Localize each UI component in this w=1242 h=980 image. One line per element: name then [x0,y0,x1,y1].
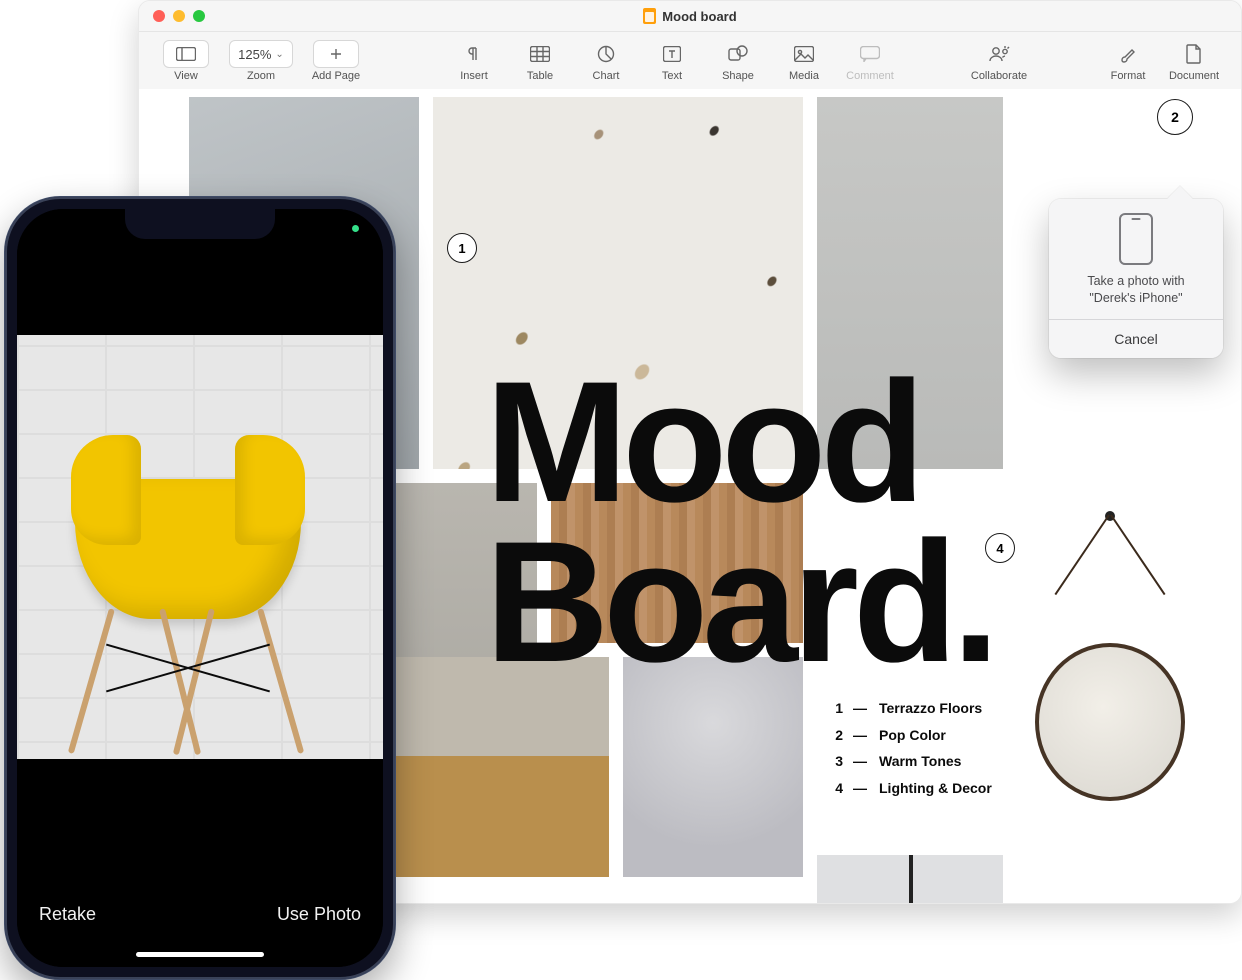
iphone: Retake Use Photo [4,196,396,980]
toolbar: View 125% ⌄ Zoom Add Page Insert [139,32,1241,91]
sidebar-icon [163,40,209,68]
retake-button[interactable]: Retake [39,904,96,925]
table-icon [530,40,550,68]
document-settings-icon [1186,40,1202,68]
close-window-button[interactable] [153,10,165,22]
table-button[interactable]: Table [507,40,573,82]
format-button[interactable]: Format [1095,40,1161,82]
callout-1[interactable]: 1 [447,233,477,263]
traffic-lights [139,10,205,22]
minimize-window-button[interactable] [173,10,185,22]
shape-icon [728,40,748,68]
home-indicator[interactable] [136,952,264,957]
legend-item: 2—Pop Color [833,722,992,749]
plus-page-icon [313,40,359,68]
paragraph-icon [465,40,483,68]
media-icon [794,40,814,68]
popover-message: Take a photo with "Derek's iPhone" [1049,273,1223,307]
image-round-mirror[interactable] [1017,483,1203,877]
legend-item: 4—Lighting & Decor [833,775,992,802]
shape-button[interactable]: Shape [705,40,771,82]
text-icon [663,40,681,68]
cancel-button[interactable]: Cancel [1049,320,1223,358]
callout-4[interactable]: 4 [985,533,1015,563]
insert-button[interactable]: Insert [441,40,507,82]
mood-board-title[interactable]: Mood Board. [485,363,1000,683]
pie-chart-icon [597,40,615,68]
document-button[interactable]: Document [1161,40,1227,82]
collaborate-icon [988,40,1010,68]
notch [125,209,275,239]
window-title: Mood board [662,9,736,24]
legend: 1—Terrazzo Floors 2—Pop Color 3—Warm Ton… [833,695,992,801]
captured-photo [17,335,383,787]
iphone-screen: Retake Use Photo [17,209,383,967]
zoom-value: 125% [238,47,271,62]
image-pendant-lamp[interactable] [817,855,1003,903]
legend-item: 3—Warm Tones [833,748,992,775]
media-button[interactable]: Media [771,40,837,82]
collaborate-button[interactable]: Collaborate [965,40,1033,82]
legend-item: 1—Terrazzo Floors [833,695,992,722]
titlebar[interactable]: Mood board [139,1,1241,32]
zoom-button[interactable]: 125% ⌄ Zoom [219,40,303,82]
add-page-button[interactable]: Add Page [303,40,369,82]
document-icon [643,8,656,24]
chart-button[interactable]: Chart [573,40,639,82]
zoom-selector[interactable]: 125% ⌄ [229,40,293,68]
zoom-window-button[interactable] [193,10,205,22]
comment-button: Comment [837,40,903,82]
phone-icon [1119,213,1153,265]
camera-bottom-bar: Retake Use Photo [17,759,383,967]
callout-2[interactable]: 2 [1157,99,1193,135]
comment-icon [860,40,880,68]
chevron-down-icon: ⌄ [275,49,283,60]
paint-brush-icon [1119,40,1137,68]
take-photo-popover: Take a photo with "Derek's iPhone" Cance… [1049,199,1223,358]
camera-active-indicator-icon [352,225,359,232]
text-button[interactable]: Text [639,40,705,82]
use-photo-button[interactable]: Use Photo [277,904,361,925]
view-button[interactable]: View [153,40,219,82]
title-line-2: Board [485,506,952,698]
